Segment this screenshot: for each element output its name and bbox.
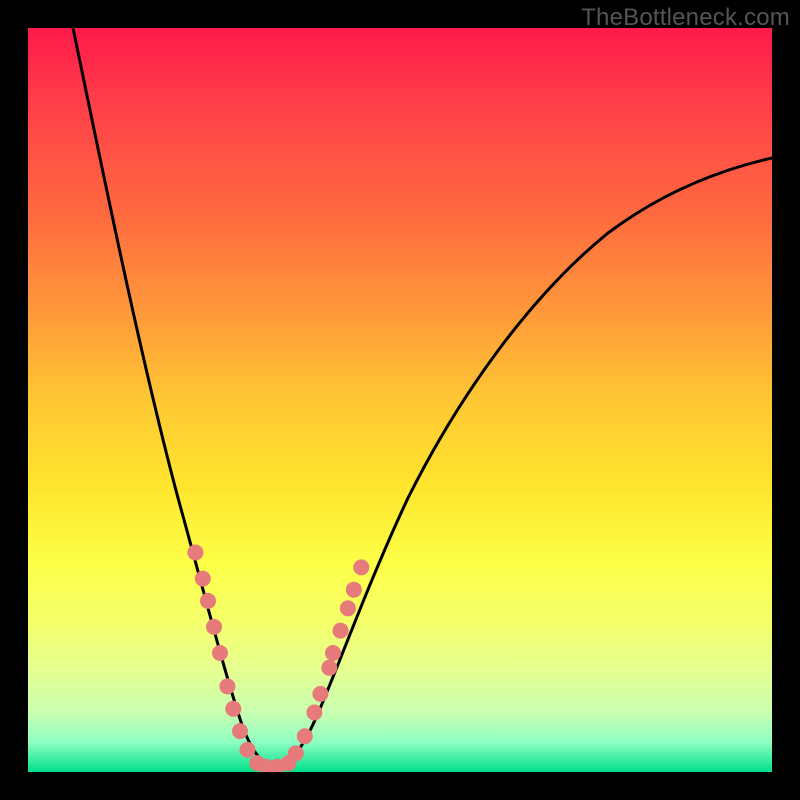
marker-dot	[206, 619, 222, 635]
chart-svg	[28, 28, 772, 772]
marker-dot	[306, 705, 322, 721]
chart-frame: TheBottleneck.com	[0, 0, 800, 800]
marker-dot	[340, 600, 356, 616]
marker-dot	[346, 582, 362, 598]
curve-layer	[73, 28, 772, 768]
marker-dot	[297, 728, 313, 744]
marker-dot	[195, 571, 211, 587]
marker-dot	[321, 660, 337, 676]
marker-dot	[219, 678, 235, 694]
marker-dot	[325, 645, 341, 661]
marker-dot	[232, 723, 248, 739]
right-curve	[276, 158, 772, 768]
marker-dot	[225, 701, 241, 717]
marker-dot	[240, 742, 256, 758]
marker-dot	[187, 545, 203, 561]
marker-dot	[212, 645, 228, 661]
watermark-text: TheBottleneck.com	[581, 4, 790, 32]
marker-dot	[353, 559, 369, 575]
left-curve	[73, 28, 276, 768]
marker-dot	[312, 686, 328, 702]
plot-area	[28, 28, 772, 772]
marker-dot	[200, 593, 216, 609]
marker-dot	[333, 623, 349, 639]
marker-dot	[288, 745, 304, 761]
